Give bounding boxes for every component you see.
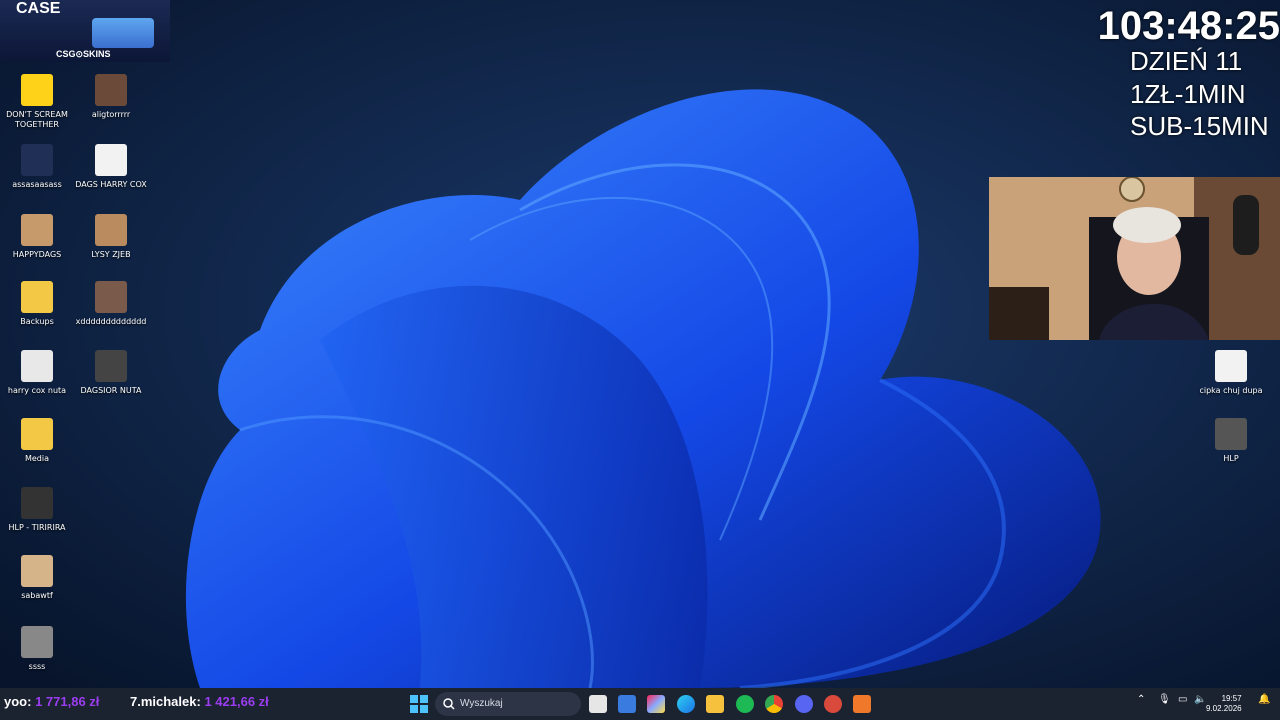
desktop-icon[interactable]: HLP — [1194, 418, 1268, 464]
folder-icon — [21, 281, 53, 313]
banner-title: CASE — [16, 0, 61, 17]
media-file-icon — [1215, 350, 1247, 382]
desktop-icon[interactable]: xddddddddddddd — [74, 281, 148, 327]
sub-rate: SUB-15MIN — [1130, 111, 1269, 141]
image-thumbnail — [21, 214, 53, 246]
day-counter: DZIEŃ 11 — [1130, 46, 1243, 76]
clock-date: 9.02.2026 — [1206, 704, 1242, 713]
video-thumbnail — [21, 487, 53, 519]
banner-brand: CSG⊙SKINS — [56, 49, 111, 59]
volume-icon[interactable]: 🔈 — [1194, 694, 1206, 705]
ticker-amount-2: 1 421,66 zł — [204, 694, 269, 709]
app-icon — [21, 350, 53, 382]
search-placeholder: Wyszukaj — [460, 698, 503, 709]
desktop-icon[interactable]: harry cox nuta — [0, 350, 74, 396]
image-thumbnail — [95, 214, 127, 246]
video-thumbnail — [1215, 418, 1247, 450]
desktop-icon[interactable]: HAPPYDAGS — [0, 214, 74, 260]
donation-ticker-2: 7.michalek: 1 421,66 zł — [130, 694, 269, 709]
image-thumbnail — [21, 555, 53, 587]
network-icon[interactable]: ▭ — [1178, 694, 1187, 705]
desktop-icon[interactable]: LYSY ZJEB — [74, 214, 148, 260]
chevron-up-icon[interactable]: ⌃ — [1137, 694, 1145, 705]
image-thumbnail — [21, 626, 53, 658]
webcam-feed — [989, 177, 1280, 340]
spotify-icon[interactable] — [736, 695, 754, 713]
microsoft-store-icon[interactable] — [618, 695, 636, 713]
copilot-icon[interactable] — [647, 695, 665, 713]
desktop-wallpaper — [0, 0, 1280, 688]
microphone-icon[interactable]: 🎙 — [1158, 694, 1171, 705]
desktop-icon-label: DAGSIOR NUTA — [80, 386, 142, 395]
obs-icon[interactable] — [824, 695, 842, 713]
discord-icon[interactable] — [795, 695, 813, 713]
app-icon[interactable] — [853, 695, 871, 713]
webcam-scene — [989, 177, 1280, 340]
desktop-icon-label: cipka chuj dupa — [1199, 386, 1263, 395]
desktop-icon-label: Media — [24, 454, 50, 463]
donation-ticker: yoo: 1 771,86 zł — [4, 694, 99, 709]
desktop-icon-label: DON'T SCREAM TOGETHER — [6, 110, 68, 129]
taskbar-search[interactable]: Wyszukaj — [435, 692, 581, 716]
desktop-icon[interactable]: ssss — [0, 626, 74, 672]
windows-start-icon[interactable] — [410, 695, 428, 713]
desktop-icon-label: HLP — [1223, 454, 1239, 463]
media-file-icon — [95, 144, 127, 176]
game-icon — [21, 74, 53, 106]
subathon-timer: 103:48:25 — [1097, 4, 1280, 48]
image-thumbnail — [95, 74, 127, 106]
ticker-user-1: yoo: — [4, 694, 32, 709]
desktop-icon[interactable]: aligtorrrrr — [74, 74, 148, 120]
desktop-icon-label: ssss — [28, 662, 46, 671]
desktop-icon[interactable]: DAGS HARRY COX — [74, 144, 148, 190]
desktop-icon-label: harry cox nuta — [7, 386, 67, 395]
desktop-icon[interactable]: sabawtf — [0, 555, 74, 601]
video-thumbnail — [21, 144, 53, 176]
desktop-icon-label: assasaasass — [12, 180, 62, 189]
file-explorer-icon[interactable] — [706, 695, 724, 713]
desktop-icon[interactable]: cipka chuj dupa — [1194, 350, 1268, 396]
desktop-icon-label: HLP - TIRIRIRA — [8, 523, 66, 532]
desktop-icon[interactable]: Media — [0, 418, 74, 464]
video-thumbnail — [95, 350, 127, 382]
desktop-icon-label: LYSY ZJEB — [91, 250, 131, 259]
desktop-icon-label: Backups — [20, 317, 54, 326]
desktop-icon-label: DAGS HARRY COX — [75, 180, 147, 189]
task-view-icon[interactable] — [589, 695, 607, 713]
csgoskins-banner: CASE CSG⊙SKINS — [0, 0, 170, 62]
ticker-user-2: 7.michalek: — [130, 694, 201, 709]
desktop-icon[interactable]: Backups — [0, 281, 74, 327]
image-thumbnail — [95, 281, 127, 313]
desktop-icon[interactable]: DON'T SCREAM TOGETHER — [0, 74, 74, 130]
edge-icon[interactable] — [677, 695, 695, 713]
case-crate-icon — [92, 18, 154, 48]
taskbar-clock[interactable]: 19:57 9.02.2026 — [1206, 694, 1242, 714]
desktop-icon-label: xddddddddddddd — [75, 317, 147, 326]
folder-icon — [21, 418, 53, 450]
desktop-icon[interactable]: assasaasass — [0, 144, 74, 190]
desktop-icon-label: HAPPYDAGS — [12, 250, 62, 259]
desktop-icon-label: sabawtf — [21, 591, 53, 600]
desktop-icon[interactable]: DAGSIOR NUTA — [74, 350, 148, 396]
chrome-icon[interactable] — [765, 695, 783, 713]
ticker-amount-1: 1 771,86 zł — [35, 694, 100, 709]
clock-time: 19:57 — [1221, 694, 1242, 703]
desktop-icon-label: aligtorrrrr — [91, 110, 131, 119]
notification-bell-icon[interactable]: 🔔 — [1258, 694, 1270, 705]
desktop-icon[interactable]: HLP - TIRIRIRA — [0, 487, 74, 533]
search-icon — [443, 698, 455, 710]
donation-rate: 1ZŁ-1MIN — [1130, 79, 1246, 109]
